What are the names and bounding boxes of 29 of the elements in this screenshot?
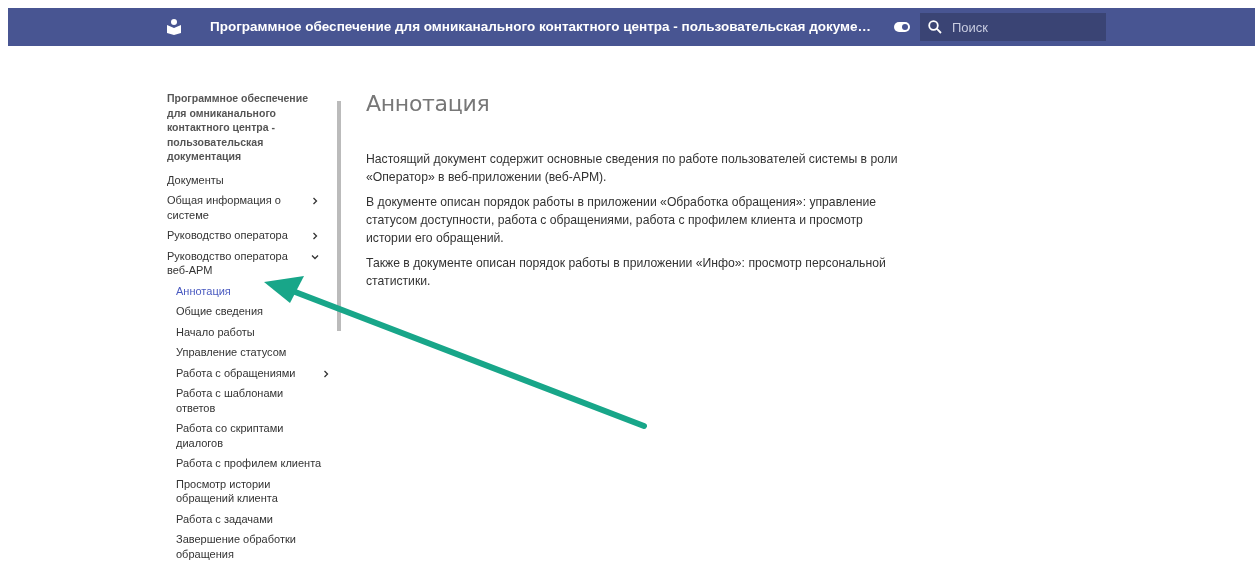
site-title[interactable]: Программное обеспечение для омниканального контактного центра - пользовательская докуме…: [210, 18, 894, 34]
chevron-down-icon[interactable]: [311, 252, 319, 261]
paragraph: Также в документе описан порядок работы в приложении «Инфо»: просмотр персональной статистики.: [366, 255, 887, 290]
nav-title[interactable]: Программное обеспечение для омниканального контактного центра - пользовательская документация: [167, 91, 325, 164]
toggle-icon[interactable]: [894, 22, 910, 32]
chevron-right-icon[interactable]: [322, 369, 330, 378]
nav-item[interactable]: Документы: [167, 169, 325, 190]
search-field[interactable]: Поиск: [920, 13, 1106, 41]
book-reader-icon[interactable]: [167, 19, 181, 35]
nav-item[interactable]: Работа с профилем клиента: [176, 453, 336, 474]
nav-item[interactable]: Руководство оператора веб-АРМ: [167, 245, 325, 281]
nav-item[interactable]: Общие сведения: [176, 301, 336, 322]
nav-item[interactable]: Работа с обращениями: [176, 362, 336, 383]
nav-item[interactable]: Работа с шаблонами ответов: [176, 383, 336, 418]
paragraph: Настоящий документ содержит основные сведения по работе пользователей системы в роли «Оператор» в веб-приложении (веб-АРМ).: [366, 151, 899, 186]
nav-item[interactable]: Аннотация: [176, 280, 336, 301]
chevron-right-icon[interactable]: [311, 197, 319, 205]
nav-item[interactable]: Завершение обработки обращения: [176, 529, 336, 564]
chevron-right-icon[interactable]: [311, 232, 319, 240]
nav-item[interactable]: Работа со скриптами диалогов: [176, 418, 336, 453]
nav-item[interactable]: Управление статусом: [176, 342, 336, 363]
nav-item[interactable]: Руководство оператора: [167, 225, 325, 246]
nav-item[interactable]: Начало работы: [176, 321, 336, 342]
page-heading: Аннотация: [366, 91, 491, 116]
nav-item[interactable]: Просмотр истории обращений клиента: [176, 473, 336, 509]
nav-item[interactable]: Работа с задачами: [176, 508, 336, 529]
scrollbar[interactable]: [337, 101, 341, 331]
paragraph: В документе описан порядок работы в приложении «Обработка обращения»: управление статусом доступности, работа с обращениями, работа с профилем клиента и просмотр истории его обращений.: [366, 194, 878, 247]
nav-item[interactable]: Общая информация о системе: [167, 190, 325, 225]
